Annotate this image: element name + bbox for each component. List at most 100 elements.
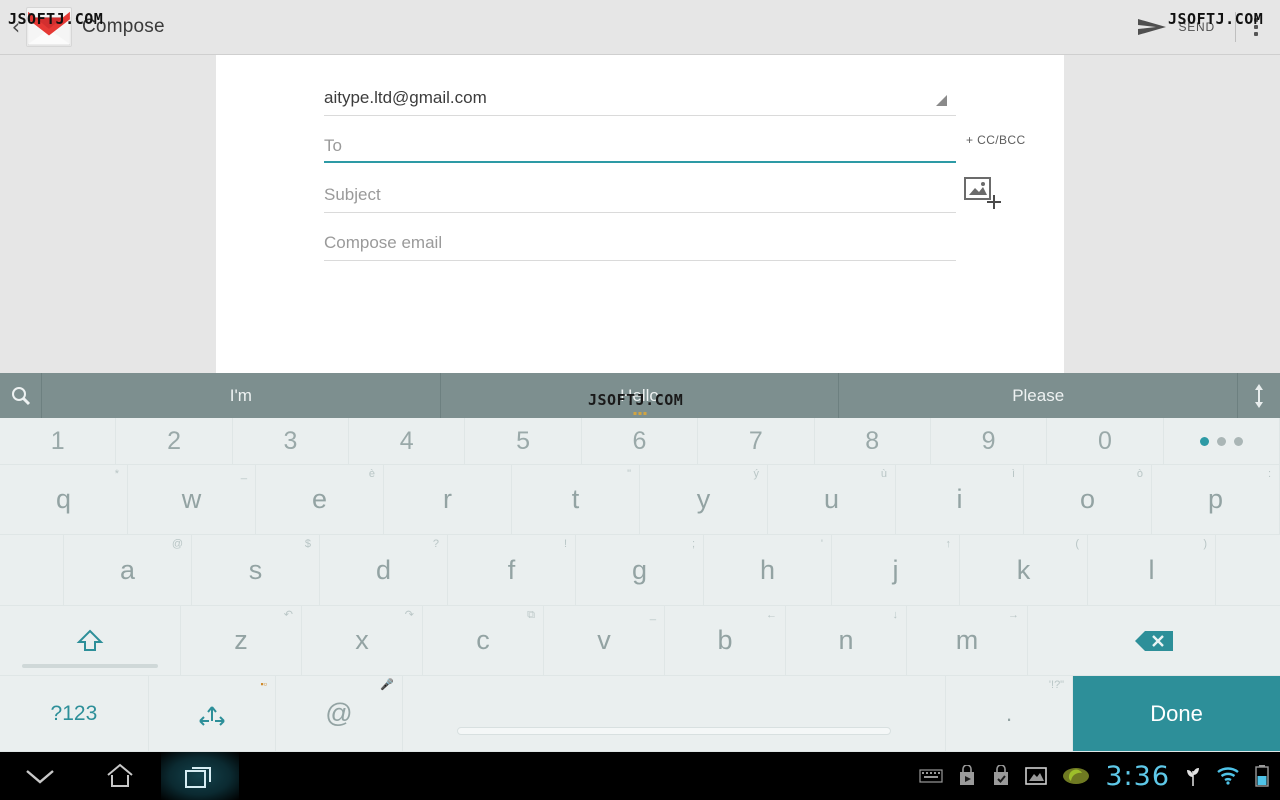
key-backspace[interactable] (1028, 606, 1280, 676)
key-6[interactable]: 6 (581, 418, 699, 465)
key-m[interactable]: → m (907, 606, 1028, 676)
key-1[interactable]: 1 (0, 418, 117, 465)
key-o[interactable]: òo (1024, 465, 1152, 535)
key-u[interactable]: ùu (768, 465, 896, 535)
key-label: 9 (981, 426, 996, 455)
key-h[interactable]: ' h (704, 535, 832, 606)
key-label: 6 (632, 426, 647, 455)
key-l[interactable]: ) l (1088, 535, 1216, 606)
system-nav-bar: 3:36 (0, 752, 1280, 800)
key-z[interactable]: ↶ z (181, 606, 302, 676)
key-r[interactable]: r (384, 465, 512, 535)
key-c[interactable]: ⧉ c (423, 606, 544, 676)
key-label: r (443, 484, 452, 514)
key-i[interactable]: ìi (896, 465, 1024, 535)
from-value: aitype.ltd@gmail.com (324, 88, 487, 107)
key-w[interactable]: _ w (128, 465, 256, 535)
expand-collapse-icon[interactable] (1238, 373, 1280, 418)
key-label: x (355, 625, 369, 655)
key-4[interactable]: 4 (349, 418, 466, 465)
suggestion-item-1[interactable]: I'm (42, 373, 441, 418)
body-underline (324, 260, 956, 261)
key-y[interactable]: ýy (640, 465, 768, 535)
key-x[interactable]: ↷ x (302, 606, 423, 676)
key-n[interactable]: ↓ n (786, 606, 907, 676)
key-hint: ↶ (283, 609, 293, 621)
key-hint: * (114, 468, 119, 480)
suggestion-item-2[interactable]: Hello (441, 373, 840, 418)
shift-state-bar (21, 664, 159, 668)
shift-arrow-icon (76, 629, 104, 651)
key-hint: ← (766, 609, 777, 621)
subject-placeholder: Subject (324, 185, 381, 204)
back-chevron-icon[interactable]: ‹ (8, 14, 24, 40)
key-v[interactable]: _ v (544, 606, 665, 676)
key-7[interactable]: 7 (698, 418, 815, 465)
key-hint: ) (1203, 538, 1207, 550)
home-icon (107, 763, 133, 787)
dropdown-caret-icon[interactable] (936, 95, 947, 106)
recent-apps-button[interactable] (160, 752, 240, 800)
cc-bcc-button[interactable]: + CC/BCC (966, 133, 1026, 147)
emoji-hint-icon: ▪▫ (260, 679, 267, 689)
key-language-switch[interactable]: ▪▫ (148, 676, 276, 752)
add-image-icon[interactable] (964, 177, 1004, 215)
key-symbols[interactable]: ?123 (0, 676, 149, 752)
key-3[interactable]: 3 (232, 418, 350, 465)
key-label: 3 (283, 426, 298, 455)
subject-field[interactable]: Subject (324, 178, 956, 212)
key-b[interactable]: ← b (665, 606, 786, 676)
key-at[interactable]: 🎤 @ (275, 676, 404, 752)
plant-icon (1187, 768, 1199, 786)
key-q[interactable]: * q (0, 465, 128, 535)
overflow-menu-icon[interactable] (1242, 18, 1270, 36)
key-label: 7 (748, 426, 763, 455)
hide-keyboard-button[interactable] (0, 752, 80, 800)
key-s[interactable]: $ s (192, 535, 320, 606)
key-d[interactable]: ? d (320, 535, 448, 606)
key-g[interactable]: ; g (576, 535, 704, 606)
key-label: c (476, 625, 490, 655)
key-a[interactable]: @ a (64, 535, 192, 606)
key-period[interactable]: '!?" . (945, 676, 1074, 752)
key-5[interactable]: 5 (465, 418, 582, 465)
key-p[interactable]: :p (1152, 465, 1280, 535)
key-k[interactable]: (k (960, 535, 1088, 606)
key-2[interactable]: 2 (116, 418, 233, 465)
key-label: 4 (399, 426, 414, 455)
key-f[interactable]: ! f (448, 535, 576, 606)
key-t[interactable]: " t (512, 465, 640, 535)
to-field[interactable]: To (324, 129, 956, 163)
key-label: b (717, 625, 733, 655)
search-icon[interactable] (0, 373, 42, 418)
key-hint: _ (240, 468, 247, 480)
key-0[interactable]: 0 (1047, 418, 1164, 465)
body-field[interactable]: Compose email (324, 226, 956, 260)
key-label: m (955, 625, 979, 655)
chevron-down-icon (26, 770, 54, 784)
gmail-envelope-svg (27, 11, 71, 46)
to-focus-underline (324, 161, 956, 163)
key-label: @ (325, 698, 353, 728)
key-9[interactable]: 9 (930, 418, 1048, 465)
body-placeholder: Compose email (324, 233, 443, 252)
keyboard-page-indicator[interactable] (1163, 418, 1280, 465)
key-hint: ì (1011, 468, 1015, 480)
key-label: 1 (50, 426, 65, 455)
key-label: n (838, 625, 854, 655)
key-space[interactable] (403, 676, 946, 752)
suggestion-bar: I'm Hello Please (0, 373, 1280, 418)
send-button[interactable]: SEND (1128, 11, 1229, 43)
screen-root: ‹ Compose SEND aitype.ltd@gmail.com To +… (0, 0, 1280, 800)
key-done[interactable]: Done (1073, 676, 1280, 752)
key-label: 2 (167, 426, 181, 455)
key-e[interactable]: èe (256, 465, 384, 535)
suggestion-item-3[interactable]: Please (839, 373, 1239, 418)
home-button[interactable] (80, 752, 160, 800)
from-field[interactable]: aitype.ltd@gmail.com (324, 81, 956, 115)
key-j[interactable]: ↑ j (832, 535, 960, 606)
key-8[interactable]: 8 (814, 418, 931, 465)
key-hint: ý (753, 468, 760, 480)
key-shift[interactable] (0, 606, 181, 676)
key-label: g (631, 554, 648, 585)
